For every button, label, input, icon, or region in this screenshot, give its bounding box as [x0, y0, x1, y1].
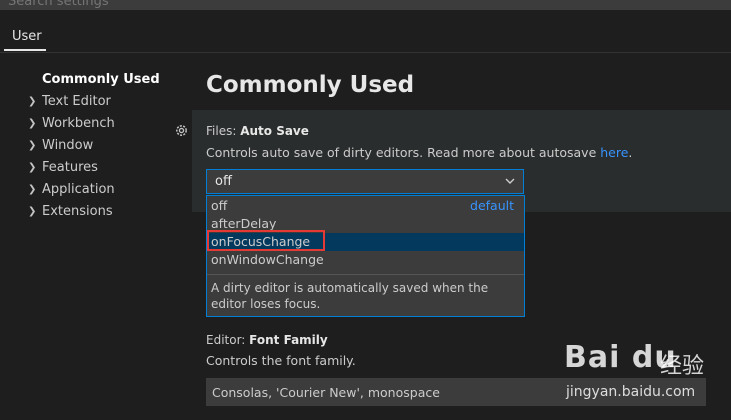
gear-icon[interactable] — [174, 123, 189, 138]
toc-item-commonly-used[interactable]: Commonly Used — [42, 69, 160, 89]
settings-tabs: User — [0, 10, 731, 53]
toc-item-application[interactable]: ❯ Application — [28, 179, 115, 199]
auto-save-select[interactable]: off — [206, 169, 524, 194]
toc-item-label: Text Editor — [42, 93, 111, 109]
toc-item-features[interactable]: ❯ Features — [28, 157, 98, 177]
setting-title-font-family: Editor: Font Family — [206, 333, 328, 347]
chevron-right-icon: ❯ — [28, 161, 37, 173]
option-off[interactable]: off default — [207, 197, 524, 215]
toc-item-workbench[interactable]: ❯ Workbench — [28, 113, 115, 133]
watermark-url: jingyan.baidu.com — [566, 384, 696, 400]
setting-description: Controls auto save of dirty editors. Rea… — [206, 145, 632, 160]
dropdown-divider — [207, 274, 524, 275]
toc-item-label: Window — [42, 137, 94, 153]
toc-item-text-editor[interactable]: ❯ Text Editor — [28, 91, 111, 111]
page-title: Commonly Used — [206, 72, 415, 98]
setting-description-font-family: Controls the font family. — [206, 353, 356, 368]
toc-item-label: Workbench — [42, 115, 115, 131]
chevron-down-icon — [505, 178, 515, 184]
toc-item-label: Extensions — [42, 203, 113, 219]
setting-name: Auto Save — [240, 124, 309, 138]
option-on-window-change[interactable]: onWindowChange — [207, 251, 524, 269]
toc-item-window[interactable]: ❯ Window — [28, 135, 93, 155]
auto-save-dropdown: off default afterDelay onFocusChange onW… — [206, 195, 525, 317]
option-label: afterDelay — [211, 216, 277, 231]
option-description: A dirty editor is automatically saved wh… — [211, 281, 489, 311]
toc-item-label: Application — [42, 181, 115, 197]
annotation-highlight-box — [207, 230, 325, 251]
setting-category: Files: — [206, 124, 241, 138]
chevron-right-icon: ❯ — [28, 117, 37, 129]
setting-name: Font Family — [249, 333, 328, 347]
chevron-right-icon: ❯ — [28, 95, 37, 107]
toc-item-label: Features — [42, 159, 98, 175]
default-badge: default — [470, 198, 514, 213]
autosave-docs-link[interactable]: here — [600, 145, 628, 160]
chevron-right-icon: ❯ — [28, 183, 37, 195]
option-label: onWindowChange — [211, 252, 324, 267]
setting-title: Files: Auto Save — [206, 124, 309, 138]
chevron-right-icon: ❯ — [28, 205, 37, 217]
toc-item-extensions[interactable]: ❯ Extensions — [28, 201, 113, 221]
toc-item-label: Commonly Used — [42, 71, 160, 87]
tab-active-indicator — [4, 49, 46, 51]
search-input[interactable] — [8, 0, 708, 10]
setting-description-end: . — [628, 145, 633, 160]
tab-user[interactable]: User — [12, 29, 42, 44]
setting-category: Editor: — [206, 333, 250, 347]
baidu-watermark: Bai du 经验 jingyan.baidu.com — [564, 340, 729, 418]
setting-description-text: Controls auto save of dirty editors. Rea… — [206, 145, 601, 160]
select-value: off — [215, 174, 232, 189]
chevron-right-icon: ❯ — [28, 139, 37, 151]
watermark-text: 经验 — [660, 354, 705, 379]
option-label: off — [211, 198, 228, 213]
search-bar — [0, 0, 731, 10]
